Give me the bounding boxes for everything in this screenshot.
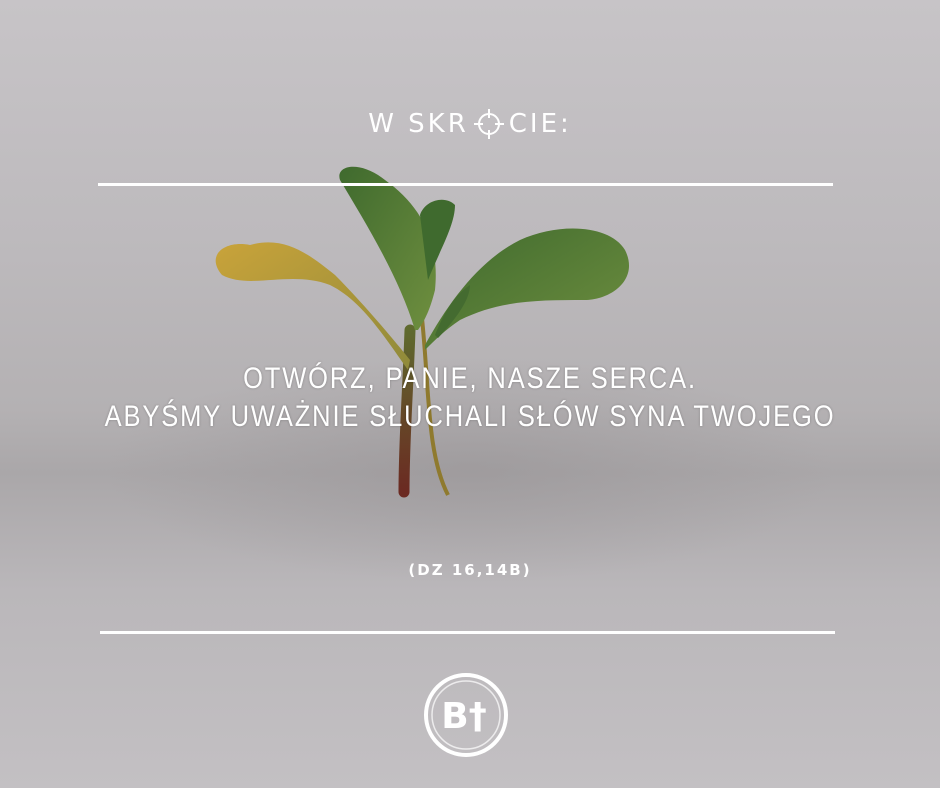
logo-text: B†: [441, 696, 486, 737]
divider-bottom: [100, 631, 835, 634]
header-title-left: W SKR: [368, 109, 469, 139]
scripture-reference: (DZ 16,14B): [408, 561, 532, 579]
quote-line-1: OTWÓRZ, PANIE, NASZE SERCA.: [243, 362, 697, 395]
header-title-right: CIE:: [508, 109, 572, 139]
crosshair-icon: [473, 109, 504, 139]
divider-top: [98, 183, 833, 186]
header-title: W SKR CIE:: [0, 108, 940, 140]
quote-line-2: ABYŚMY UWAŻNIE SŁUCHALI SŁÓW SYNA TWOJEG…: [104, 400, 836, 433]
bt-logo-icon: B†: [424, 673, 508, 757]
